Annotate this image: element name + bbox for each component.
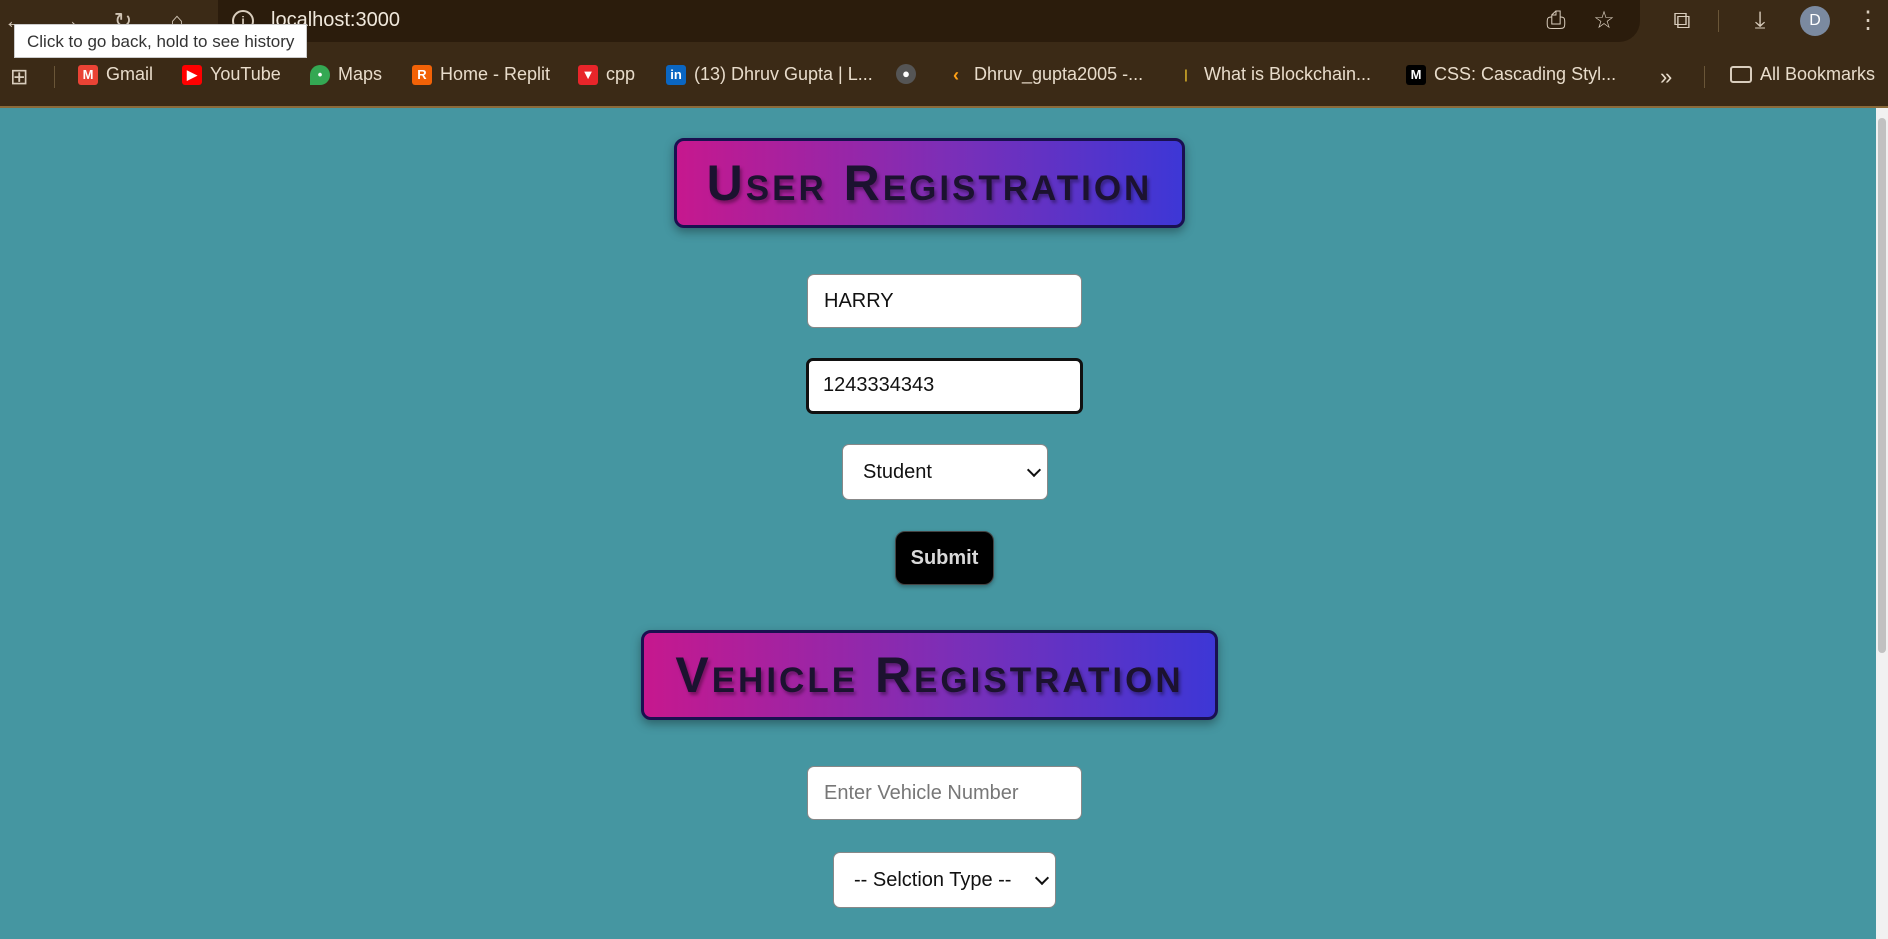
bookmark-replit[interactable]: R Home - Replit: [412, 64, 550, 85]
bookmark-label: YouTube: [210, 64, 281, 84]
user-registration-title: User Registration: [706, 155, 1153, 211]
bookmark-label: Maps: [338, 64, 383, 84]
bookmark-maps[interactable]: • Maps: [310, 64, 382, 85]
install-app-icon[interactable]: ⎙: [1540, 6, 1572, 36]
cpp-icon: ▼: [578, 64, 598, 85]
bookmark-label: cpp: [606, 64, 636, 84]
bookmark-star-icon[interactable]: ☆: [1588, 6, 1620, 36]
bookmark-github[interactable]: ●: [896, 64, 924, 84]
vehicle-registration-title: Vehicle Registration: [675, 647, 1184, 703]
back-tooltip: Click to go back, hold to see history: [14, 24, 308, 58]
toolbar-divider: [1718, 10, 1719, 32]
role-select[interactable]: Student: [842, 444, 1048, 500]
bookmark-gmail[interactable]: M Gmail: [78, 64, 153, 85]
extensions-icon[interactable]: ⧉: [1666, 6, 1698, 36]
all-bookmarks-label: All Bookmarks: [1760, 64, 1876, 84]
replit-icon: R: [412, 64, 432, 85]
submit-button[interactable]: Submit: [895, 531, 994, 585]
all-bookmarks[interactable]: All Bookmarks: [1730, 64, 1875, 85]
vehicle-type-select[interactable]: -- Selction Type --: [833, 852, 1056, 908]
github-icon: ●: [896, 64, 916, 84]
bookmark-leetcode[interactable]: ‹ Dhruv_gupta2005 -...: [946, 64, 1143, 85]
bookmark-cpp[interactable]: ▼ cpp: [578, 64, 635, 85]
blockchain-icon: |: [1184, 66, 1188, 82]
vehicle-number-input[interactable]: Enter Vehicle Number: [807, 766, 1082, 820]
bookmark-label: Home - Replit: [440, 64, 551, 84]
mdn-icon: M: [1406, 64, 1426, 85]
bookmark-label: Gmail: [106, 64, 154, 84]
bookmarks-divider: [1704, 66, 1705, 88]
profile-avatar[interactable]: D: [1800, 6, 1830, 36]
vehicle-registration-heading: Vehicle Registration: [641, 630, 1218, 720]
leetcode-icon: ‹: [953, 64, 959, 85]
bookmarks-divider: [54, 66, 55, 88]
bookmark-linkedin[interactable]: in (13) Dhruv Gupta | L...: [666, 64, 873, 85]
scrollbar-thumb[interactable]: [1878, 118, 1886, 653]
chevron-down-icon: [1026, 462, 1042, 478]
phone-input[interactable]: 1243334343: [806, 358, 1083, 414]
bookmarks-bar: ⊞ M Gmail ▶ YouTube • Maps R Home - Repl…: [0, 56, 1888, 96]
user-registration-heading: User Registration: [674, 138, 1185, 228]
folder-icon: [1730, 66, 1752, 83]
more-bookmarks-icon[interactable]: »: [1660, 64, 1672, 90]
downloads-icon[interactable]: ⤓: [1744, 6, 1776, 36]
bookmark-label: Dhruv_gupta2005 -...: [974, 64, 1144, 84]
omnibox[interactable]: [218, 0, 1640, 42]
bookmark-mdn[interactable]: M CSS: Cascading Styl...: [1406, 64, 1616, 85]
bookmark-label: (13) Dhruv Gupta | L...: [694, 64, 873, 84]
gmail-icon: M: [78, 64, 98, 85]
name-input[interactable]: HARRY: [807, 274, 1082, 328]
role-selected-value: Student: [863, 460, 932, 483]
apps-grid-icon[interactable]: ⊞: [10, 64, 28, 90]
bookmark-blockchain[interactable]: | What is Blockchain...: [1176, 64, 1371, 85]
bookmark-youtube[interactable]: ▶ YouTube: [182, 64, 281, 85]
vehicle-type-selected-value: -- Selction Type --: [854, 868, 1012, 891]
youtube-icon: ▶: [182, 64, 202, 85]
bookmark-label: What is Blockchain...: [1204, 64, 1372, 84]
maps-icon: •: [310, 64, 330, 85]
linkedin-icon: in: [666, 64, 686, 85]
bookmark-label: CSS: Cascading Styl...: [1434, 64, 1617, 84]
chevron-down-icon: [1034, 870, 1050, 886]
menu-icon[interactable]: ⋮: [1856, 6, 1880, 36]
chrome-border: [0, 106, 1888, 108]
